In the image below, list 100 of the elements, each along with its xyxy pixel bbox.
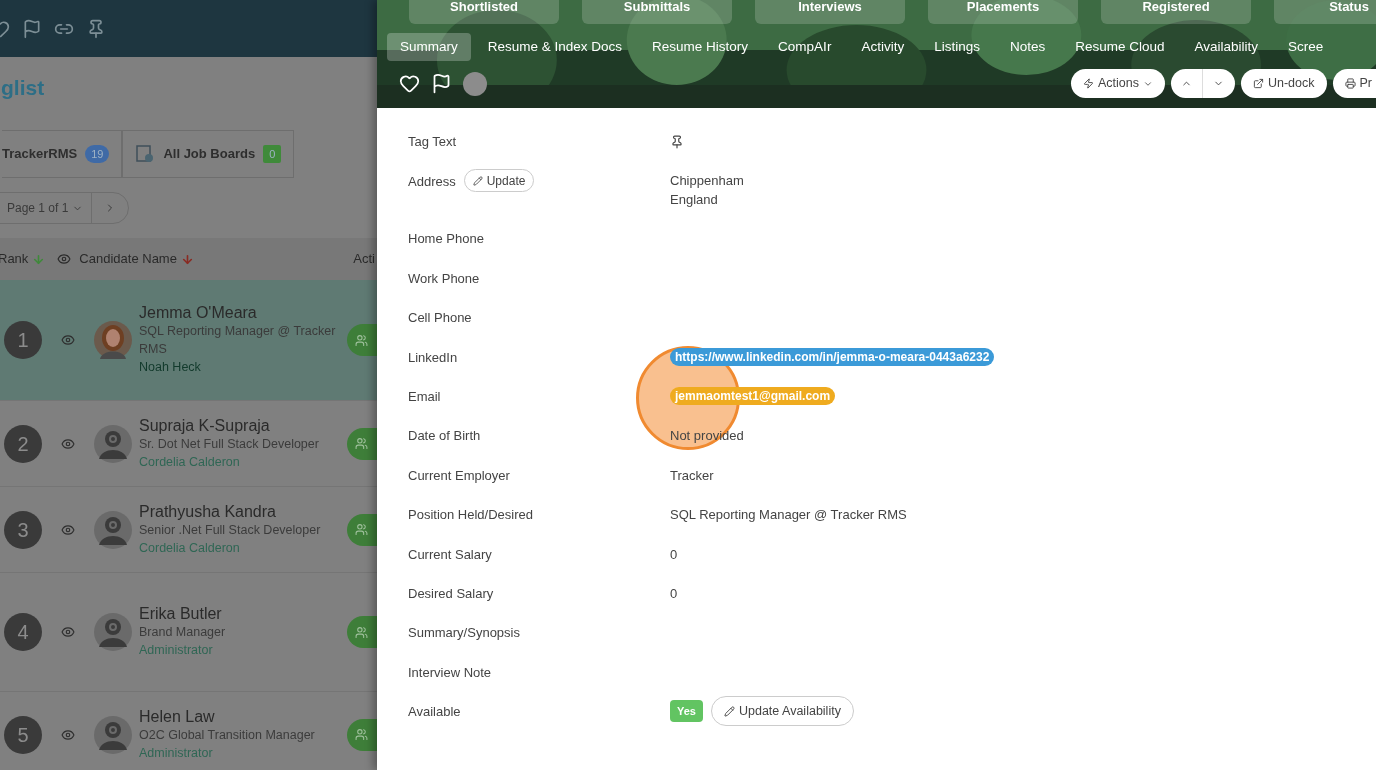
action-button[interactable]	[347, 427, 377, 460]
actions-button[interactable]: Actions	[1070, 69, 1165, 98]
record-tab[interactable]: Availability	[1181, 33, 1272, 61]
people-icon	[355, 437, 369, 450]
record-tab[interactable]: Summary	[387, 33, 471, 61]
candidate-title: Sr. Dot Net Full Stack Developer	[139, 435, 320, 453]
printer-icon	[1344, 78, 1356, 89]
field-label: Tag Text	[408, 133, 457, 151]
field-label: Address	[408, 173, 456, 192]
sort-arrow-icon	[32, 252, 46, 266]
record-tab[interactable]: Resume History	[639, 33, 762, 61]
record-tab[interactable]: Activity	[848, 33, 918, 61]
pin-icon[interactable]	[670, 135, 684, 149]
field-label: Home Phone	[408, 230, 484, 249]
candidate-name[interactable]: Supraja K-Supraja	[139, 416, 348, 435]
boards-icon	[135, 144, 156, 164]
field-value: 0	[670, 545, 678, 564]
candidate-name[interactable]: Prathyusha Kandra	[139, 502, 348, 521]
field-value: 0	[670, 584, 678, 603]
eye-icon[interactable]	[61, 436, 75, 451]
action-button[interactable]	[347, 513, 377, 546]
undock-button[interactable]: Un-dock	[1240, 69, 1327, 98]
eye-icon[interactable]	[61, 522, 75, 537]
lightning-icon	[1082, 78, 1094, 89]
avatar-icon	[94, 510, 132, 549]
action-button[interactable]	[347, 324, 377, 356]
candidate-name[interactable]: Helen Law	[139, 707, 348, 726]
yes-badge: Yes	[670, 700, 703, 723]
field-label: Available	[408, 703, 461, 722]
eye-icon[interactable]	[61, 727, 75, 742]
avatar-icon	[94, 715, 132, 754]
field-value: SQL Reporting Manager @ Tracker RMS	[670, 506, 907, 525]
field-label: LinkedIn	[408, 348, 458, 367]
field-label: Work Phone	[408, 269, 480, 288]
external-link-icon	[1252, 78, 1264, 89]
eye-icon[interactable]	[61, 333, 75, 347]
field-label: Date of Birth	[408, 427, 481, 446]
address-line: Chippenham	[670, 172, 744, 191]
sort-arrow-icon	[180, 252, 194, 266]
status-tab[interactable]: Status	[1274, 0, 1376, 24]
column-header[interactable]: Acti	[353, 249, 375, 269]
pin-icon[interactable]	[86, 18, 106, 39]
avatar-icon	[94, 424, 132, 463]
source-tab[interactable]: All Job Boards 0	[122, 130, 295, 178]
candidate-owner: Administrator	[139, 642, 214, 659]
status-tab[interactable]: Submittals	[582, 0, 732, 24]
candidate-title: SQL Reporting Manager @ Tracker RMS	[139, 323, 337, 358]
action-button[interactable]	[347, 718, 377, 751]
avatar-icon	[94, 321, 132, 359]
field-label: Current Salary	[408, 545, 492, 564]
candidate-name[interactable]: Jemma O'Meara	[139, 304, 348, 322]
column-header[interactable]: Candidate Name	[79, 249, 177, 269]
rank-badge: 1	[4, 321, 42, 359]
status-tab[interactable]: Shortlisted	[409, 0, 559, 24]
print-button[interactable]: Pr	[1332, 69, 1376, 98]
candidate-title: O2C Global Transition Manager	[139, 726, 316, 744]
candidate-owner: Administrator	[139, 744, 214, 762]
record-tab[interactable]: Scree	[1275, 33, 1337, 61]
candidate-name[interactable]: Erika Butler	[139, 605, 348, 623]
record-tab[interactable]: Resume Cloud	[1062, 33, 1178, 61]
eye-icon[interactable]	[61, 625, 75, 639]
status-tab[interactable]: Interviews	[755, 0, 905, 24]
candidate-title: Brand Manager	[139, 624, 227, 641]
field-label: Cell Phone	[408, 309, 472, 328]
value-tag[interactable]: jemmaomtest1@gmail.com	[670, 386, 836, 405]
pencil-icon	[723, 705, 735, 717]
avatar-icon	[94, 613, 132, 651]
record-tab[interactable]: Resume & Index Docs	[474, 33, 636, 61]
people-icon	[355, 333, 369, 347]
field-label: Current Employer	[408, 466, 510, 485]
rank-badge: 5	[4, 715, 42, 754]
rank-badge: 4	[4, 613, 42, 651]
people-icon	[355, 625, 369, 639]
candidate-owner: Noah Heck	[139, 359, 202, 376]
field-label: Email	[408, 387, 441, 406]
address-line: England	[670, 191, 719, 210]
status-tab[interactable]: Placements	[928, 0, 1078, 24]
candidate-title: Senior .Net Full Stack Developer	[139, 521, 322, 539]
pencil-icon	[472, 175, 483, 186]
candidate-owner: Cordelia Calderon	[139, 539, 241, 557]
field-label: Summary/Synopsis	[408, 624, 520, 643]
value-tag[interactable]: https://www.linkedin.com/in/jemma-o-meara-0443a6232	[670, 347, 995, 366]
count-badge: 0	[263, 144, 282, 164]
candidate-row[interactable]: 1 Jemma O'Meara SQL Reporting Manager @ Tracker RMS Noah Heck	[0, 280, 377, 401]
heart-icon[interactable]	[399, 73, 420, 94]
field-label: Desired Salary	[408, 584, 494, 603]
record-tab[interactable]: CompAIr	[765, 33, 845, 61]
field-value: Tracker	[670, 466, 714, 485]
field-label: Position Held/Desired	[408, 506, 533, 525]
action-button[interactable]	[347, 616, 377, 648]
status-tab[interactable]: Registered	[1101, 0, 1251, 24]
rank-badge: 2	[4, 424, 42, 463]
candidate-owner: Cordelia Calderon	[139, 453, 241, 471]
people-icon	[355, 728, 369, 741]
source-tab[interactable]: TrackerRMS 19	[2, 130, 123, 178]
record-tab[interactable]: Listings	[921, 33, 993, 61]
page-title: glist	[1, 75, 45, 102]
count-badge: 19	[85, 144, 110, 164]
rank-badge: 3	[4, 510, 42, 549]
flag-icon[interactable]	[431, 73, 452, 94]
